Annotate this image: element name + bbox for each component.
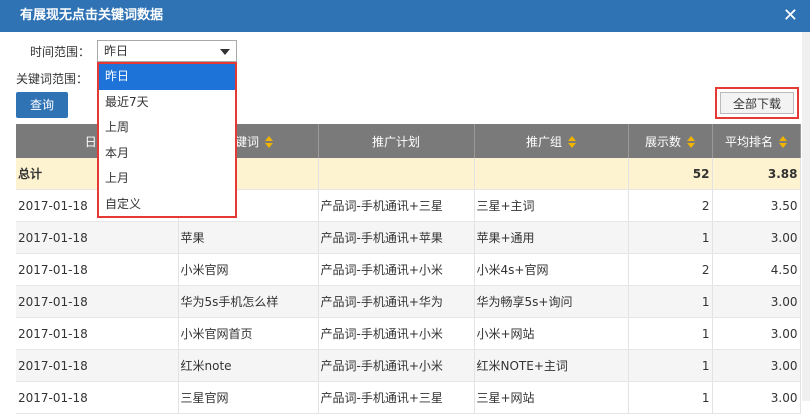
cell-plan: 产品词-手机通讯+小米 [318,317,475,350]
cell-date: 2017-01-18 [16,285,179,318]
query-button[interactable]: 查询 [16,92,68,118]
dropdown-option[interactable]: 上月 [99,166,235,192]
dropdown-option[interactable]: 昨日 [99,64,235,90]
cell-impressions: 1 [628,221,713,254]
cell-keyword: 红米note [178,349,319,382]
cell-keyword: 小米官网 [178,253,319,286]
cell-impressions: 1 [628,349,713,382]
chevron-down-icon [220,49,230,55]
cell-keyword: 华为5s手机怎么样 [178,285,319,318]
cell-group: 小米+网站 [474,317,629,350]
time-range-dropdown: 昨日 最近7天 上周 本月 上月 自定义 [97,62,237,218]
col-header-group[interactable]: 推广组 [474,124,629,158]
cell-date: 2017-01-18 [16,317,179,350]
cell-plan: 产品词-手机通讯+三星 [318,381,475,414]
cell-keyword: 三星官网 [178,381,319,414]
cell-group: 三星+网站 [474,381,629,414]
cell-avg-rank: 3.00 [712,285,801,318]
table-row: 2017-01-18 苹果 产品词-手机通讯+苹果 苹果+通用 1 3.00 [16,221,801,254]
cell-avg-rank: 3.00 [712,221,801,254]
dialog-titlebar: 有展现无点击关键词数据 ✕ [0,0,810,32]
cell-date: 2017-01-18 [16,349,179,382]
cell-date: 2017-01-18 [16,221,179,254]
cell-plan: 产品词-手机通讯+华为 [318,285,475,318]
col-header-impressions[interactable]: 展示数 [628,124,713,158]
cell-plan: 产品词-手机通讯+苹果 [318,221,475,254]
col-header-plan[interactable]: 推广计划 [318,124,475,158]
cell-avg-rank: 3.00 [712,381,801,414]
dropdown-option[interactable]: 自定义 [99,192,235,218]
cell-group: 红米NOTE+主词 [474,349,629,382]
cell-group: 华为畅享5s+询问 [474,285,629,318]
dropdown-option[interactable]: 最近7天 [99,90,235,116]
cell-impressions: 2 [628,189,713,222]
cell-group: 三星+主词 [474,189,629,222]
table-row: 2017-01-18 三星官网 产品词-手机通讯+三星 三星+网站 1 3.00 [16,381,801,414]
table-row: 2017-01-18 小米官网首页 产品词-手机通讯+小米 小米+网站 1 3.00 [16,317,801,350]
keyword-range-label: 关键词范围： [16,72,89,86]
cell-avg-rank: 3.00 [712,317,801,350]
total-impressions: 52 [628,158,713,190]
sort-icon[interactable] [687,136,695,148]
time-range-select[interactable]: 昨日 [97,40,237,62]
cell-plan: 产品词-手机通讯+小米 [318,253,475,286]
cell-group: 苹果+通用 [474,221,629,254]
cell-avg-rank: 3.50 [712,189,801,222]
sort-icon[interactable] [265,136,273,148]
time-range-value: 昨日 [104,44,129,58]
total-avg-rank: 3.88 [712,158,801,190]
cell-keyword: 苹果 [178,221,319,254]
cell-date: 2017-01-18 [16,253,179,286]
cell-impressions: 2 [628,253,713,286]
col-header-avg-rank[interactable]: 平均排名 [712,124,801,158]
download-all-button[interactable]: 全部下载 [720,92,794,114]
dialog-title: 有展现无点击关键词数据 [20,8,164,23]
close-icon[interactable]: ✕ [783,0,798,32]
cell-impressions: 1 [628,317,713,350]
cell-impressions: 1 [628,381,713,414]
download-highlight: 全部下载 [715,87,799,119]
cell-date: 2017-01-18 [16,381,179,414]
cell-plan: 产品词-手机通讯+三星 [318,189,475,222]
cell-plan: 产品词-手机通讯+小米 [318,349,475,382]
cell-impressions: 1 [628,285,713,318]
cell-keyword: 小米官网首页 [178,317,319,350]
cell-group: 小米4s+官网 [474,253,629,286]
cell-avg-rank: 4.50 [712,253,801,286]
time-range-label: 时间范围： [30,45,91,59]
sort-icon[interactable] [568,136,576,148]
dropdown-option[interactable]: 本月 [99,141,235,167]
sort-icon[interactable] [779,136,787,148]
table-row: 2017-01-18 华为5s手机怎么样 产品词-手机通讯+华为 华为畅享5s+询问 1… [16,285,801,318]
cell-avg-rank: 3.00 [712,349,801,382]
table-row: 2017-01-18 小米官网 产品词-手机通讯+小米 小米4s+官网 2 4.50 [16,253,801,286]
dropdown-option[interactable]: 上周 [99,115,235,141]
scrollbar[interactable] [802,32,810,401]
table-row: 2017-01-18 红米note 产品词-手机通讯+小米 红米NOTE+主词 1 3.0… [16,349,801,382]
